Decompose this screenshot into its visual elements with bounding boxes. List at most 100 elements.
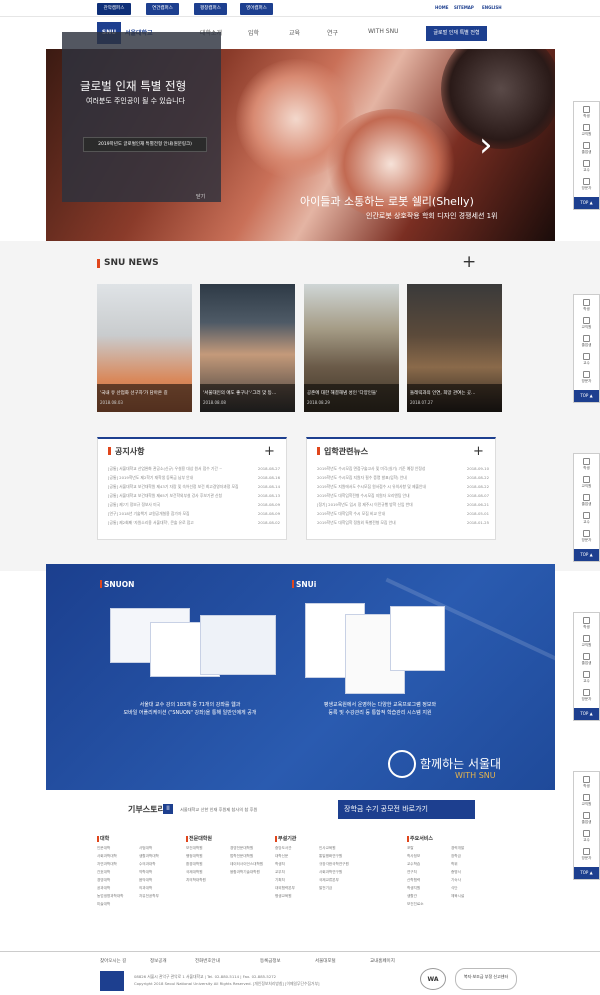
news-card[interactable]: 공존에 대한 해결해냄 성인 '다양인들' 2018.08.29	[304, 284, 399, 412]
quick-visitor[interactable]: 방문자	[574, 689, 599, 703]
nav-with-snu[interactable]: WITH SNU	[368, 28, 398, 35]
quick-faculty[interactable]: 교수	[574, 671, 599, 685]
sitemap-link[interactable]: SITEMAP	[454, 5, 474, 10]
admission-more-plus-icon[interactable]: +	[473, 443, 484, 460]
news-card[interactable]: 돌레릭과의 인연, 희망 관여는 곳… 2018.07.27	[407, 284, 502, 412]
sitemap-link[interactable]: 중앙도서관	[275, 845, 292, 853]
notice-row[interactable]: [공통] 제7기 정보규 정보사 미국 2018-08-09	[108, 502, 280, 511]
top-button[interactable]: TOP ▲	[574, 867, 599, 879]
quick-faculty[interactable]: 교수	[574, 512, 599, 526]
quick-staff[interactable]: 교직원	[574, 635, 599, 649]
quick-faculty[interactable]: 교수	[574, 160, 599, 174]
admission-row[interactable]: 2019학년도 수시모집 면접구술고사 및 미각(실기) 기준 예정 안정성 20…	[317, 466, 489, 475]
sitemap-link[interactable]: 사범대학	[139, 845, 152, 853]
pause-icon[interactable]: II	[163, 804, 173, 814]
tab-pyeongchang-campus[interactable]: 평창캠퍼스	[194, 3, 227, 15]
sitemap-link[interactable]: 학사정보	[407, 853, 420, 861]
quick-visitor[interactable]: 방문자	[574, 178, 599, 192]
sitemap-link[interactable]: 국제대학원	[186, 869, 203, 877]
quick-alumni[interactable]: 졸업생	[574, 812, 599, 826]
sitemap-link[interactable]: 증명서	[451, 869, 461, 877]
footer-link-portal[interactable]: 서울대포털	[315, 958, 336, 964]
quick-visitor[interactable]: 방문자	[574, 371, 599, 385]
sitemap-link[interactable]: 미술대학	[97, 901, 110, 909]
quick-staff[interactable]: 교직원	[574, 124, 599, 138]
admission-row[interactable]: 2019학년도 대학입학 정원외 특별전형 모집 안내 2018-01-25	[317, 520, 489, 529]
notice-row[interactable]: [공통] 서울대학교 보건대학원 제65기 보건학외부설 강사 후보기관 신청 2…	[108, 493, 280, 502]
sitemap-link[interactable]: 기숙사	[451, 877, 461, 885]
snui-title[interactable]: SNUi	[296, 580, 316, 589]
sitemap-link[interactable]: 연구처	[407, 869, 417, 877]
top-button[interactable]: TOP ▲	[574, 708, 599, 720]
sitemap-link[interactable]: 데이터사이언스대학원	[230, 861, 263, 869]
nav-education[interactable]: 교육	[289, 28, 300, 37]
sitemap-link[interactable]: 생활과학대학	[139, 853, 159, 861]
quick-alumni[interactable]: 졸업생	[574, 142, 599, 156]
top-button[interactable]: TOP ▲	[574, 549, 599, 561]
sitemap-link[interactable]: 규장각한국학연구원	[319, 861, 349, 869]
sitemap-link[interactable]: 장학금	[451, 853, 461, 861]
sitemap-link[interactable]: 공과대학	[97, 885, 110, 893]
sitemap-link[interactable]: 통일평화연구원	[319, 853, 342, 861]
sitemap-link[interactable]: 대학신문	[275, 853, 288, 861]
sitemap-link[interactable]: 음악대학	[139, 877, 152, 885]
promo-link-button[interactable]: 2019학년도 글로벌인재 특별전형 안내(원문링크)	[83, 137, 207, 152]
sitemap-link[interactable]: 사회과학대학	[97, 853, 117, 861]
quick-staff[interactable]: 교직원	[574, 476, 599, 490]
quick-staff[interactable]: 교직원	[574, 794, 599, 808]
sitemap-link[interactable]: 교수학습	[407, 861, 420, 869]
footer-link-homepages[interactable]: 교내홈페이지	[370, 958, 395, 964]
sitemap-link[interactable]: 학생처	[275, 861, 285, 869]
footer-link-phone[interactable]: 전화번호안내	[195, 958, 220, 964]
footer-link-directions[interactable]: 찾아오시는 길	[100, 958, 126, 964]
quick-student[interactable]: 학생	[574, 458, 599, 472]
sitemap-link[interactable]: 법학전문대학원	[230, 853, 253, 861]
home-link[interactable]: HOME	[435, 5, 448, 10]
news-more-plus-icon[interactable]: +	[462, 254, 476, 271]
quick-faculty[interactable]: 교수	[574, 830, 599, 844]
snui-screenshot[interactable]	[390, 606, 445, 671]
top-button[interactable]: TOP ▲	[574, 197, 599, 209]
notice-more-plus-icon[interactable]: +	[264, 443, 275, 460]
notice-row[interactable]: [공통] 서울대학교 보건대학원 제43기 자랑 및 숙어선정 보건 최고경영자…	[108, 484, 280, 493]
admission-row[interactable]: [정기] 2019학년도 입시 정 제주시 이민규행 방학 신입 반대 2018-…	[317, 502, 489, 511]
global-talent-button[interactable]: 글로벌 인재 특별 전형	[426, 26, 487, 41]
sitemap-link[interactable]: 간호대학	[97, 869, 110, 877]
sitemap-link[interactable]: 의과대학	[139, 885, 152, 893]
sitemap-link[interactable]: 평생교육원	[275, 893, 292, 901]
sitemap-link[interactable]: 행정대학원	[186, 853, 203, 861]
top-button[interactable]: TOP ▲	[574, 390, 599, 402]
sitemap-link[interactable]: 약학대학	[139, 869, 152, 877]
donation-story-title[interactable]: 기부스토리	[128, 804, 165, 815]
sitemap-link[interactable]: 경력개발	[451, 845, 464, 853]
quick-student[interactable]: 학생	[574, 106, 599, 120]
sitemap-link[interactable]: 환경대학원	[186, 861, 203, 869]
sitemap-link[interactable]: 생활관	[407, 893, 417, 901]
news-card[interactable]: '국내 유 산업화 선구자'가 담아온 길 2018.08.03	[97, 284, 192, 412]
notice-row[interactable]: [공통] 제2회째 '자원소리용 서울대학', 콘솔 유로 접고 2018-08-…	[108, 520, 280, 529]
scholarship-contest-button[interactable]: 장학금 수기 공모전 바로가기	[338, 800, 475, 819]
promo-close-button[interactable]: 닫기	[196, 193, 205, 200]
sitemap-link[interactable]: 수의과대학	[139, 861, 156, 869]
notice-row[interactable]: [공통] 2019학년도 제2학기 재학생 등록금 납부 안내 2018-08-1…	[108, 475, 280, 484]
footer-link-info[interactable]: 정보공개	[150, 958, 167, 964]
sitemap-link[interactable]: 자연과학대학	[97, 861, 117, 869]
sitemap-link[interactable]: 치의학대학원	[186, 877, 206, 885]
sitemap-link[interactable]: 융합과학기술대학원	[230, 869, 260, 877]
sitemap-link[interactable]: 체육시설	[451, 893, 464, 901]
sitemap-link[interactable]: 국제교류본부	[319, 877, 339, 885]
footer-link-tuition[interactable]: 등록금정보	[260, 958, 281, 964]
next-slide-arrow-icon[interactable]: ›	[479, 128, 493, 162]
quick-alumni[interactable]: 졸업생	[574, 653, 599, 667]
notice-row[interactable]: [공통] 서울대학교 산업완화 관공소(신규) 우설용 대상 원서 접수 기간 …	[108, 466, 280, 475]
admission-row[interactable]: 2019학년도 지원에서도 수시모집 원서접수 시 유의사항 및 제출안내 201…	[317, 484, 489, 493]
sitemap-link[interactable]: 자유전공학부	[139, 893, 159, 901]
sitemap-link[interactable]: 교무처	[275, 869, 285, 877]
notice-row[interactable]: [연구] 2018년 기술책기 교원공개칠용 참가자 모집 2018-08-09	[108, 511, 280, 520]
admission-row[interactable]: 2019학년도 수시모집 지원자 필수 증명 발표(입학) 안내 2018-08-…	[317, 475, 489, 484]
sitemap-link[interactable]: 학생지원	[407, 885, 420, 893]
admission-row[interactable]: 2019학년도 대학입학 수시 모집 비교 안내 2018-05-01	[317, 511, 489, 520]
sitemap-link[interactable]: 포탈	[407, 845, 414, 853]
sitemap-link[interactable]: 산학협력	[407, 877, 420, 885]
quick-staff[interactable]: 교직원	[574, 317, 599, 331]
